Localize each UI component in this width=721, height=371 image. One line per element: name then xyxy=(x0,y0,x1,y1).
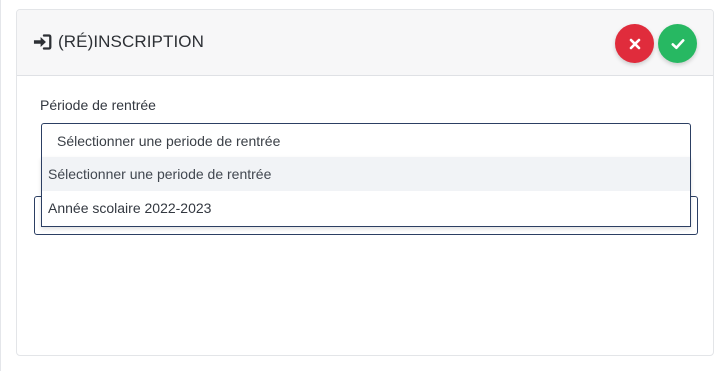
card-header: (RÉ)INSCRIPTION xyxy=(17,10,713,76)
dropdown-option[interactable]: Sélectionner une periode de rentrée xyxy=(42,157,690,191)
period-select-value: Sélectionner une periode de rentrée xyxy=(57,133,281,149)
check-icon xyxy=(671,38,684,49)
period-label: Période de rentrée xyxy=(40,97,156,113)
card-title-group: (RÉ)INSCRIPTION xyxy=(33,32,204,52)
sign-in-icon xyxy=(33,34,52,50)
period-dropdown-list: Sélectionner une periode de rentrée Anné… xyxy=(41,157,691,227)
card-title: (RÉ)INSCRIPTION xyxy=(58,32,204,51)
dropdown-option[interactable]: Année scolaire 2022-2023 xyxy=(42,191,690,225)
cancel-button[interactable] xyxy=(615,24,654,63)
confirm-button[interactable] xyxy=(658,24,697,63)
close-icon xyxy=(629,38,640,49)
page-divider xyxy=(0,0,1,371)
period-select[interactable]: Sélectionner une periode de rentrée xyxy=(41,123,691,158)
